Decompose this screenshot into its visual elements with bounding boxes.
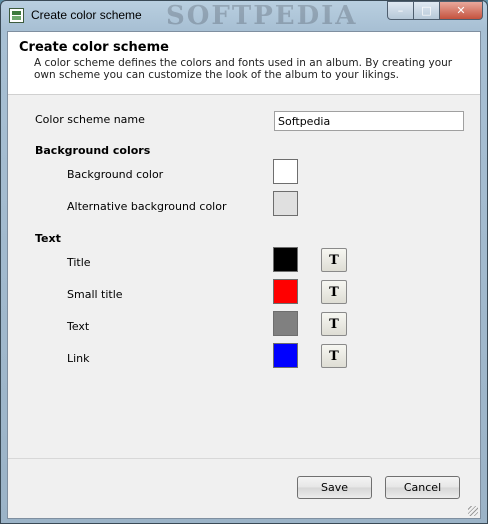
link-font-button[interactable]: T bbox=[321, 344, 347, 368]
resize-grip[interactable] bbox=[468, 506, 478, 516]
title-color-swatch[interactable] bbox=[273, 247, 298, 272]
background-colors-heading: Background colors bbox=[35, 144, 151, 157]
background-color-swatch[interactable] bbox=[273, 159, 298, 184]
title-color-label: Title bbox=[67, 256, 91, 269]
text-color-label: Text bbox=[67, 320, 90, 333]
footer-divider bbox=[8, 458, 480, 459]
small-title-color-label: Small title bbox=[67, 288, 123, 301]
header-title: Create color scheme bbox=[19, 40, 169, 55]
header-description: A color scheme defines the colors and fo… bbox=[34, 57, 453, 81]
link-color-swatch[interactable] bbox=[273, 343, 298, 368]
close-button[interactable]: ✕ bbox=[440, 1, 483, 20]
cancel-button[interactable]: Cancel bbox=[385, 476, 460, 499]
text-heading: Text bbox=[35, 232, 61, 245]
text-color-swatch[interactable] bbox=[273, 311, 298, 336]
small-title-color-swatch[interactable] bbox=[273, 279, 298, 304]
dialog-window: Create color scheme SOFTPEDIA – □ ✕ Crea… bbox=[0, 0, 488, 524]
alt-background-color-label: Alternative background color bbox=[67, 200, 227, 213]
alt-background-color-swatch[interactable] bbox=[273, 191, 298, 216]
background-color-label: Background color bbox=[67, 168, 164, 181]
scheme-name-input[interactable] bbox=[274, 111, 464, 131]
app-icon bbox=[9, 8, 24, 23]
maximize-button[interactable]: □ bbox=[414, 1, 440, 20]
dialog-body: Create color scheme A color scheme defin… bbox=[7, 31, 481, 519]
window-title: Create color scheme bbox=[31, 8, 142, 22]
dialog-header: Create color scheme A color scheme defin… bbox=[8, 32, 480, 95]
link-color-label: Link bbox=[67, 352, 90, 365]
small-title-font-button[interactable]: T bbox=[321, 280, 347, 304]
title-font-button[interactable]: T bbox=[321, 248, 347, 272]
title-bar[interactable]: Create color scheme SOFTPEDIA – □ ✕ bbox=[1, 1, 487, 31]
scheme-name-label: Color scheme name bbox=[35, 113, 145, 126]
watermark-text: SOFTPEDIA bbox=[166, 1, 358, 31]
minimize-button[interactable]: – bbox=[387, 1, 414, 20]
save-button[interactable]: Save bbox=[297, 476, 372, 499]
text-font-button[interactable]: T bbox=[321, 312, 347, 336]
